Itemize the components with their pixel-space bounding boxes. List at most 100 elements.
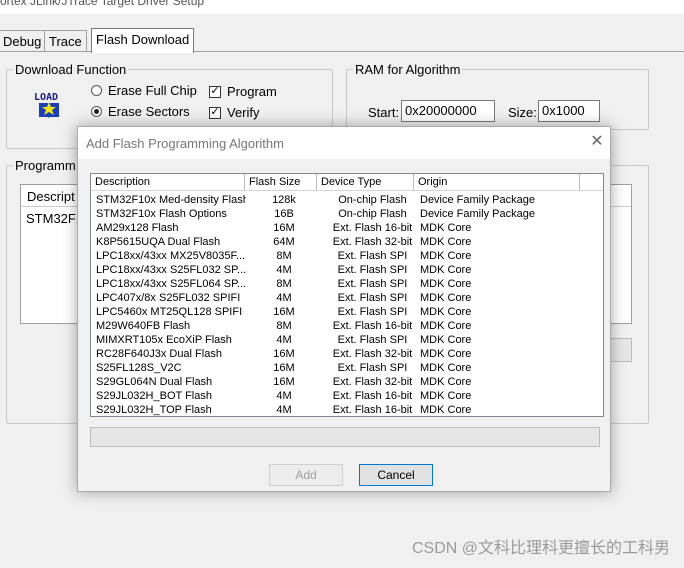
column-header-description[interactable]: Description xyxy=(91,174,245,191)
ram-legend: RAM for Algorithm xyxy=(355,62,461,77)
cell-flash-size: 4M xyxy=(276,264,292,276)
load-icon-text: LOAD xyxy=(34,92,58,103)
table-row[interactable]: LPC18xx/43xx S25FL032 SP... 4M Ext. Flash … xyxy=(91,263,603,277)
table-row[interactable]: M29W640FB Flash 8M Ext. Flash 16-bit MDK Co… xyxy=(91,319,603,333)
cell-flash-size: 16M xyxy=(273,348,295,360)
add-button[interactable]: Add xyxy=(269,464,343,486)
column-header-flash-size[interactable]: Flash Size xyxy=(245,174,317,191)
cell-description: LPC407x/8x S25FL032 SPIFI xyxy=(96,292,241,304)
table-row[interactable]: LPC18xx/43xx S25FL064 SP... 8M Ext. Flash … xyxy=(91,277,603,291)
cell-device-type: Ext. Flash 32-bit xyxy=(332,376,413,388)
verify-check-icon[interactable]: ✓ xyxy=(209,106,221,119)
tab-strip: Debug Trace Flash Download xyxy=(0,28,684,53)
cell-description: STM32F10x Flash Options xyxy=(96,208,227,220)
table-row[interactable]: AM29x128 Flash 16M Ext. Flash 16-bit MDK Co… xyxy=(91,221,603,235)
cell-flash-size: 16M xyxy=(273,376,295,388)
close-icon[interactable]: ✕ xyxy=(588,133,606,151)
erase-sectors-radio-dot[interactable] xyxy=(91,106,102,117)
program-label: Program xyxy=(227,84,277,99)
cell-description: M29W640FB Flash xyxy=(96,320,191,332)
load-icon: LOAD xyxy=(33,90,65,120)
cell-origin: MDK Core xyxy=(420,236,472,248)
ram-size-label: Size: xyxy=(508,105,537,120)
cell-device-type: On-chip Flash xyxy=(338,194,407,206)
cell-description: S29JL032H_TOP Flash xyxy=(96,404,212,416)
cell-origin: Device Family Package xyxy=(420,194,535,206)
cell-device-type: Ext. Flash SPI xyxy=(337,250,408,262)
table-row[interactable]: LPC407x/8x S25FL032 SPIFI 4M Ext. Flash SP… xyxy=(91,291,603,305)
cancel-button[interactable]: Cancel xyxy=(359,464,433,486)
table-row[interactable]: STM32F10x Flash Options 16B On-chip Flash D… xyxy=(91,207,603,221)
cell-origin: MDK Core xyxy=(420,362,472,374)
cell-origin: MDK Core xyxy=(420,404,472,416)
erase-full-chip-label: Erase Full Chip xyxy=(108,83,197,98)
table-row[interactable]: RC28F640J3x Dual Flash 16M Ext. Flash 32-b… xyxy=(91,347,603,361)
table-row[interactable]: STM32F10x Med-density Flash 128k On-chip F… xyxy=(91,193,603,207)
table-row[interactable]: MIMXRT105x EcoXiP Flash 4M Ext. Flash SPI M… xyxy=(91,333,603,347)
programming-row[interactable]: STM32F1 xyxy=(26,211,83,226)
cell-description: MIMXRT105x EcoXiP Flash xyxy=(96,334,232,346)
table-row[interactable]: S29JL032H_BOT Flash 4M Ext. Flash 16-bit MD… xyxy=(91,389,603,403)
cell-flash-size: 4M xyxy=(276,334,292,346)
cell-device-type: Ext. Flash 16-bit xyxy=(332,404,413,416)
cell-description: LPC18xx/43xx S25FL032 SP... xyxy=(96,264,246,276)
column-header-device-type[interactable]: Device Type xyxy=(317,174,414,191)
cell-origin: MDK Core xyxy=(420,222,472,234)
table-row[interactable]: K8P5615UQA Dual Flash 64M Ext. Flash 32-bi… xyxy=(91,235,603,249)
table-row[interactable]: S29GL064N Dual Flash 16M Ext. Flash 32-bit… xyxy=(91,375,603,389)
cell-origin: MDK Core xyxy=(420,348,472,360)
cell-flash-size: 8M xyxy=(276,278,292,290)
erase-full-chip-radio[interactable]: Erase Full Chip xyxy=(91,83,197,98)
dialog-title: Add Flash Programming Algorithm xyxy=(86,136,284,151)
cell-flash-size: 16M xyxy=(273,222,295,234)
cell-flash-size: 16M xyxy=(273,362,295,374)
erase-full-chip-radio-dot[interactable] xyxy=(91,85,102,96)
ram-start-field[interactable]: 0x20000000 xyxy=(401,100,495,122)
cell-flash-size: 4M xyxy=(276,404,292,416)
cell-description: LPC5460x MT25QL128 SPIFI xyxy=(96,306,243,318)
program-check-icon[interactable]: ✓ xyxy=(209,85,221,98)
table-row[interactable]: LPC18xx/43xx MX25V8035F... 8M Ext. Flash S… xyxy=(91,249,603,263)
cell-device-type: Ext. Flash 32-bit xyxy=(332,348,413,360)
table-row[interactable]: LPC5460x MT25QL128 SPIFI 16M Ext. Flash SP… xyxy=(91,305,603,319)
cell-device-type: Ext. Flash 32-bit xyxy=(332,236,413,248)
table-row[interactable]: S25FL128S_V2C 16M Ext. Flash SPI MDK Core xyxy=(91,361,603,375)
cell-origin: MDK Core xyxy=(420,264,472,276)
cell-device-type: Ext. Flash SPI xyxy=(337,362,408,374)
progress-bar xyxy=(90,427,600,447)
cell-flash-size: 8M xyxy=(276,320,292,332)
cell-flash-size: 16M xyxy=(273,306,295,318)
tab-flash-download[interactable]: Flash Download xyxy=(91,28,195,53)
cell-origin: MDK Core xyxy=(420,320,472,332)
cell-description: S29GL064N Dual Flash xyxy=(96,376,213,388)
cell-device-type: Ext. Flash SPI xyxy=(337,292,408,304)
cell-device-type: Ext. Flash SPI xyxy=(337,264,408,276)
window-title: ortex JLink/JTrace Target Driver Setup xyxy=(0,0,205,8)
table-row[interactable]: S29JL032H_TOP Flash 4M Ext. Flash 16-bit MD… xyxy=(91,403,603,416)
algorithm-list[interactable]: Description Flash Size Device Type Origi… xyxy=(90,173,604,417)
cell-flash-size: 4M xyxy=(276,390,292,402)
verify-checkbox[interactable]: ✓ Verify xyxy=(209,105,260,120)
cell-origin: MDK Core xyxy=(420,292,472,304)
programming-legend: Programm xyxy=(15,158,76,173)
cell-description: LPC18xx/43xx S25FL064 SP... xyxy=(96,278,246,290)
tab-trace[interactable]: Trace xyxy=(44,30,87,52)
download-function-legend: Download Function xyxy=(15,62,127,77)
cell-device-type: Ext. Flash 16-bit xyxy=(332,320,413,332)
erase-sectors-label: Erase Sectors xyxy=(108,104,190,119)
ram-size-field[interactable]: 0x1000 xyxy=(538,100,600,122)
cell-origin: Device Family Package xyxy=(420,208,535,220)
cell-device-type: On-chip Flash xyxy=(338,208,407,220)
cell-description: S25FL128S_V2C xyxy=(96,362,182,374)
cell-description: K8P5615UQA Dual Flash xyxy=(96,236,221,248)
cell-origin: MDK Core xyxy=(420,250,472,262)
algorithm-list-header: Description Flash Size Device Type Origi… xyxy=(91,174,603,191)
ram-start-label: Start: xyxy=(368,105,400,120)
column-header-origin[interactable]: Origin xyxy=(414,174,580,191)
cell-description: AM29x128 Flash xyxy=(96,222,179,234)
cell-flash-size: 8M xyxy=(276,250,292,262)
erase-sectors-radio[interactable]: Erase Sectors xyxy=(91,104,190,119)
cell-description: S29JL032H_BOT Flash xyxy=(96,390,212,402)
program-checkbox[interactable]: ✓ Program xyxy=(209,84,277,99)
tab-debug[interactable]: Debug xyxy=(0,30,47,52)
